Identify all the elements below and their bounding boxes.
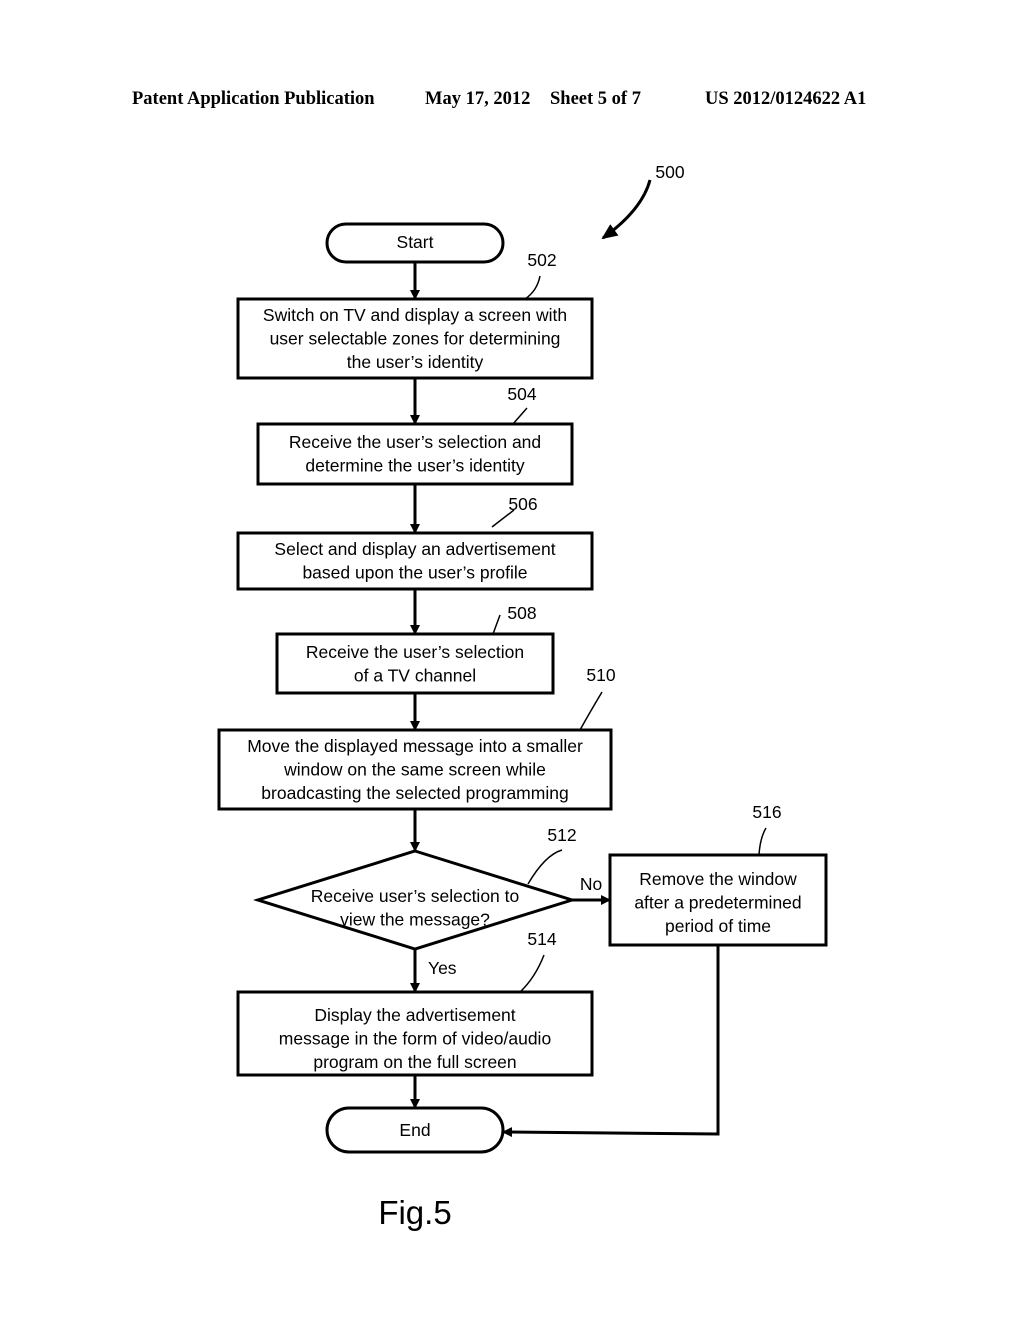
node-text-516: Remove the window	[639, 869, 797, 889]
ref-numeral-502: 502	[527, 250, 556, 270]
ref-leader-510	[579, 691, 603, 731]
node-text-508: Receive the user’s selection	[306, 642, 524, 662]
ref-leader-502	[524, 275, 541, 300]
node-text-512: view the message?	[340, 910, 490, 930]
node-text-510: window on the same screen while	[283, 760, 546, 780]
ref-numeral-516: 516	[752, 802, 781, 822]
node-text-504: Receive the user’s selection and	[289, 432, 541, 452]
node-text-510: broadcasting the selected programming	[261, 783, 568, 803]
node-text-516: period of time	[665, 916, 771, 936]
node-text-508: of a TV channel	[354, 666, 476, 686]
node-text-510: Move the displayed message into a smalle…	[247, 736, 583, 756]
ref-numeral-512: 512	[547, 825, 576, 845]
node-text-502: the user’s identity	[347, 352, 484, 372]
flowchart: Yes No 502 504 506 508 510 512 514 516 500 Start S…	[217, 162, 828, 1231]
node-text-504: determine the user’s identity	[305, 456, 524, 476]
node-text-start: Start	[397, 232, 434, 252]
ref-numeral-510: 510	[586, 665, 615, 685]
node-text-506: based upon the user’s profile	[302, 563, 527, 583]
figure-reference-arrow	[601, 179, 652, 240]
ref-numeral-508: 508	[507, 603, 536, 623]
node-text-514: program on the full screen	[313, 1052, 516, 1072]
figure-label: Fig.5	[378, 1194, 451, 1231]
node-text-502: user selectable zones for determining	[270, 329, 561, 349]
ref-leader-504	[512, 407, 528, 425]
node-text-514: message in the form of video/audio	[279, 1029, 551, 1049]
ref-numeral-504: 504	[507, 384, 536, 404]
node-text-502: Switch on TV and display a screen with	[263, 305, 567, 325]
edge-label-yes: Yes	[428, 958, 457, 978]
node-text-512: Receive user’s selection to	[311, 886, 520, 906]
node-text-516: after a predetermined	[634, 893, 801, 913]
ref-leader-508	[492, 614, 501, 635]
ref-leader-516	[758, 827, 767, 856]
figure-reference-numeral: 500	[655, 162, 684, 182]
ref-leader-514	[519, 954, 545, 993]
ref-leader-512	[527, 849, 563, 885]
node-text-514: Display the advertisement	[314, 1005, 515, 1025]
node-text-506: Select and display an advertisement	[274, 539, 555, 559]
edge-label-no: No	[580, 874, 602, 894]
ref-numeral-514: 514	[527, 929, 556, 949]
node-text-end: End	[399, 1120, 430, 1140]
ref-numeral-506: 506	[508, 494, 537, 514]
